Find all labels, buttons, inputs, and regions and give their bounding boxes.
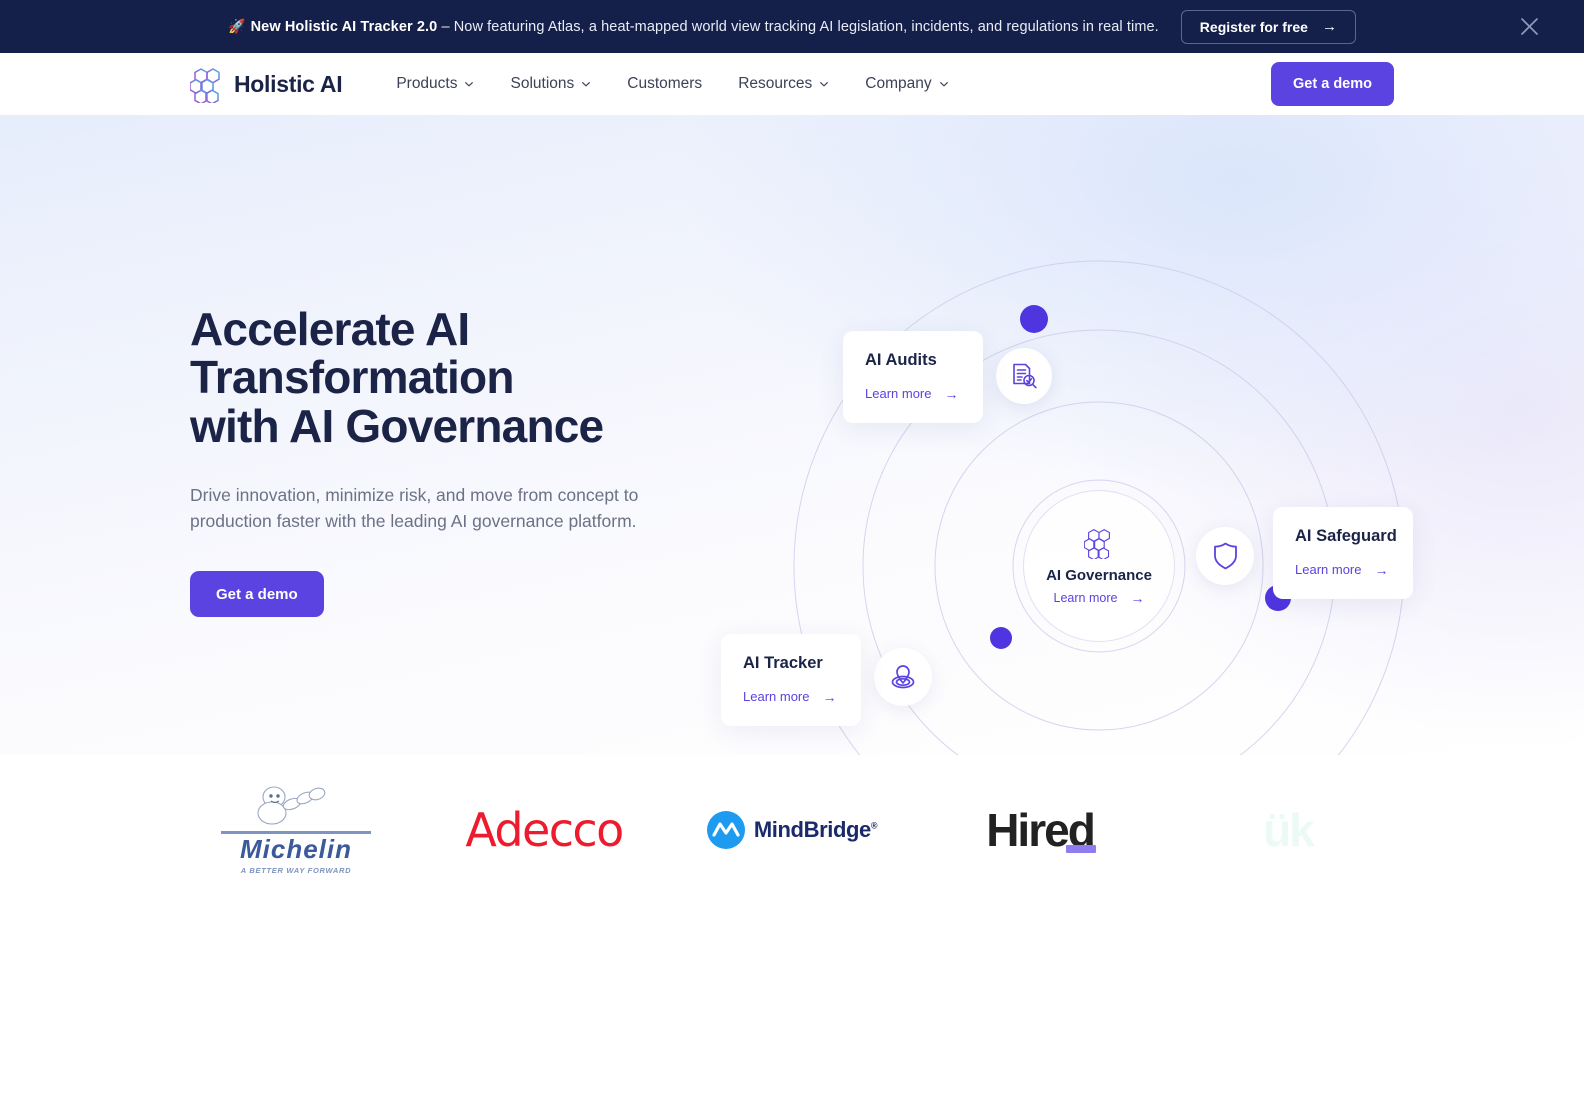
register-for-free-button[interactable]: Register for free → [1180,9,1356,44]
ai-audits-learn-more-link[interactable]: Learn more → [865,386,958,402]
hero-get-a-demo-button[interactable]: Get a demo [190,571,324,618]
nav-item-solutions[interactable]: Solutions [492,67,609,101]
ai-governance-title: AI Governance [1046,566,1152,584]
logo-mindbridge: MindBridge® [668,780,916,880]
ai-audits-icon-bubble [996,348,1052,404]
holistic-ai-lattice-logo-icon [1084,528,1110,559]
holistic-ai-lattice-logo-icon [190,67,220,103]
ai-safeguard-card[interactable]: AI Safeguard Learn more → [1273,507,1413,599]
logo-adecco: Adecco [420,780,668,880]
nav-item-label: Customers [627,75,703,92]
ai-audits-title: AI Audits [865,351,937,369]
map-pin-icon [891,665,915,689]
chevron-down-icon [939,82,948,87]
mindbridge-text: MindBridge [753,817,871,842]
learn-more-label: Learn more [865,386,932,401]
ai-governance-center[interactable]: AI Governance Learn more → [1023,490,1175,642]
hired-logo: Hired [986,803,1096,857]
close-announcement-button[interactable] [1516,14,1542,40]
hired-underscore-accent [1065,845,1096,853]
chevron-down-icon [820,82,829,87]
orbit-graphic: AI Governance Learn more → AI Audits Lea… [721,200,1470,755]
customer-logo-strip: Michelin A BETTER WAY FORWARD Adecco Min… [0,755,1584,905]
michelin-man-icon [257,786,326,825]
ai-tracker-icon-bubble [874,648,932,706]
rocket-icon: 🚀 [228,18,246,34]
nav-item-company[interactable]: Company [847,67,966,101]
mindbridge-wordmark: MindBridge® [753,817,878,842]
ai-tracker-learn-more-link[interactable]: Learn more → [743,689,836,705]
page-title: Accelerate AI Transformation with AI Gov… [190,305,790,450]
nav-item-label: Resources [738,75,813,92]
announcement-headline: New Holistic AI Tracker 2.0 [250,19,438,35]
hero-subheading: Drive innovation, minimize risk, and mov… [190,484,639,532]
announcement-bar: 🚀 New Holistic AI Tracker 2.0 – Now featu… [0,0,1584,53]
hero-heading-line1: Accelerate AI Transformation [190,303,514,404]
learn-more-label: Learn more [1295,562,1362,577]
nav-item-products[interactable]: Products [378,67,492,101]
ai-tracker-card[interactable]: AI Tracker Learn more → [721,634,861,726]
arrow-right-icon: → [1321,18,1337,35]
nav-item-label: Solutions [510,75,575,92]
ai-tracker-title: AI Tracker [743,654,823,672]
main-navigation: Holistic AI Products Solutions Customers… [0,53,1584,115]
michelin-logo: Michelin A BETTER WAY FORWARD [221,785,371,875]
register-button-label: Register for free [1199,18,1308,35]
hero-copy: Accelerate AI Transformation with AI Gov… [190,305,790,618]
mindbridge-logo: MindBridge® [706,811,878,849]
learn-more-label: Learn more [743,689,810,704]
nav-get-a-demo-button[interactable]: Get a demo [1271,62,1394,106]
ai-safeguard-learn-more-link[interactable]: Learn more → [1295,562,1388,578]
ai-audits-card[interactable]: AI Audits Learn more → [843,331,983,423]
chevron-down-icon [465,82,474,87]
michelin-wordmark: Michelin [239,834,352,864]
arrow-right-icon: → [944,385,959,402]
logo-uk: ük [1164,780,1412,880]
shield-icon [1213,542,1237,570]
learn-more-label: Learn more [1053,590,1118,605]
ai-safeguard-icon-bubble [1196,527,1254,585]
ai-governance-learn-more-link[interactable]: Learn more → [1054,590,1145,606]
michelin-tagline: A BETTER WAY FORWARD [240,866,352,875]
arrow-right-icon: → [1374,561,1389,578]
brand-name: Holistic AI [234,70,343,97]
chevron-down-icon [582,82,591,87]
brand-logo-link[interactable]: Holistic AI [190,66,343,103]
arrow-right-icon: → [1130,589,1145,606]
document-audit-icon [1013,363,1037,389]
nav-item-label: Products [396,75,458,92]
hero-section: Accelerate AI Transformation with AI Gov… [0,115,1584,755]
orbit-dot-top [1020,305,1048,333]
announcement-body: – Now featuring Atlas, a heat-mapped wor… [437,19,1159,35]
arrow-right-icon: → [822,688,837,705]
mindbridge-mark-icon [706,811,745,849]
nav-item-label: Company [865,75,932,92]
nav-links: Products Solutions Customers Resources C… [378,67,966,101]
hero-heading-line2: with AI Governance [190,399,604,452]
nav-item-resources[interactable]: Resources [720,67,847,101]
close-icon [1520,18,1538,35]
adecco-wordmark: Adecco [465,803,624,857]
ai-safeguard-title: AI Safeguard [1295,527,1397,545]
logo-hired: Hired [916,780,1164,880]
nav-item-customers[interactable]: Customers [609,67,720,101]
orbit-dot-bottom-left [990,627,1012,649]
logo-michelin: Michelin A BETTER WAY FORWARD [172,780,420,880]
announcement-text: 🚀 New Holistic AI Tracker 2.0 – Now featu… [228,18,1159,35]
uk-wordmark: ük [1263,804,1315,856]
